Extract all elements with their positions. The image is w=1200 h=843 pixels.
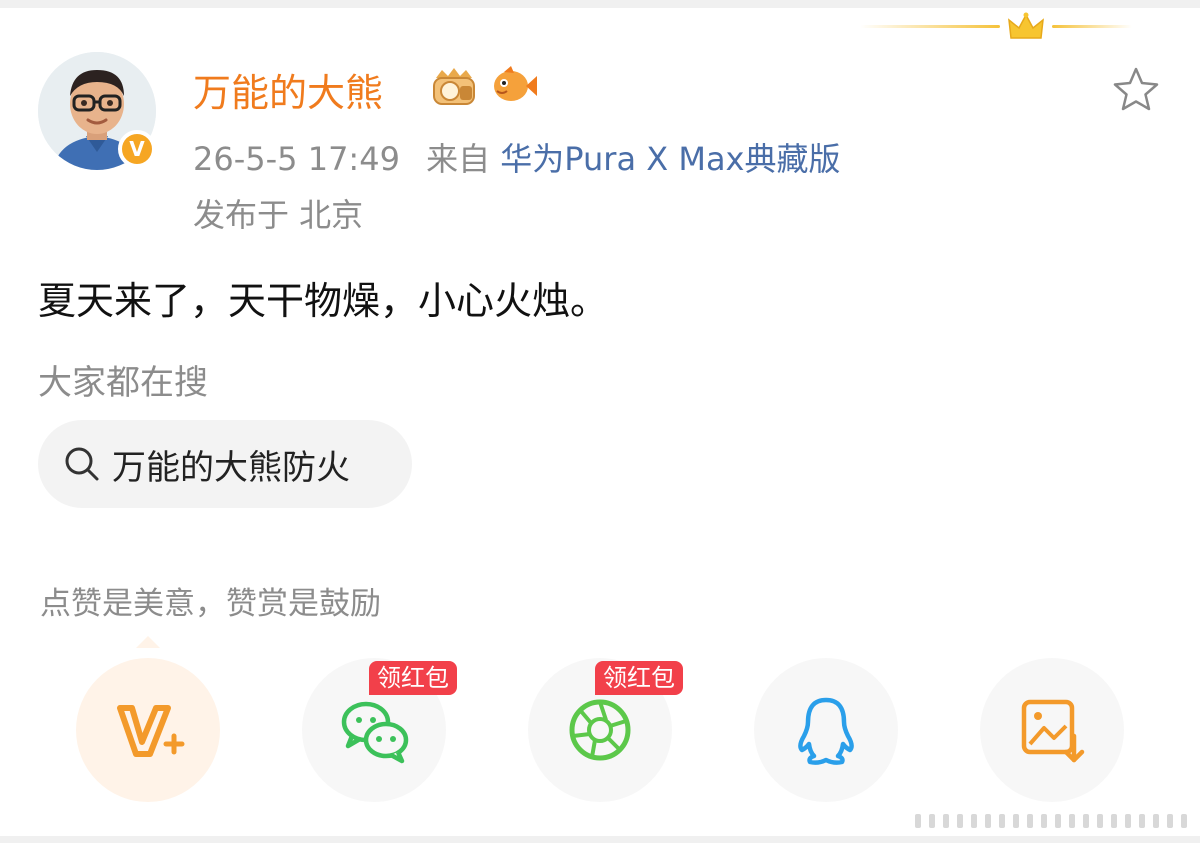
bottom-divider — [0, 836, 1200, 843]
more-share-options-indicator — [915, 814, 1187, 828]
device-source-link[interactable]: 华为Pura X Max典藏版 — [500, 140, 840, 178]
qq-icon — [798, 697, 854, 765]
moments-icon — [569, 699, 631, 761]
v-plus-icon — [117, 705, 185, 757]
crown-decor-line-left — [860, 25, 1000, 28]
verified-badge: V — [118, 130, 156, 168]
red-packet-tag: 领红包 — [369, 661, 457, 695]
red-packet-tag: 领红包 — [595, 661, 683, 695]
search-icon — [65, 447, 99, 481]
crown-decor-line-right — [1052, 25, 1132, 28]
search-heading: 大家都在搜 — [38, 363, 208, 403]
save-image-button[interactable] — [980, 658, 1124, 802]
post-meta: 26-5-5 17:49 来自 华为Pura X Max典藏版 — [193, 134, 841, 180]
crown-icon — [1008, 12, 1044, 39]
tooltip-pointer — [136, 636, 160, 648]
wechat-icon — [341, 701, 409, 764]
top-divider — [0, 0, 1200, 8]
username[interactable]: 万能的大熊 — [193, 62, 383, 117]
from-label: 来自 — [426, 140, 491, 178]
v-plus-button[interactable] — [76, 658, 220, 802]
save-image-icon — [1021, 699, 1085, 763]
search-suggestion-text: 万能的大熊防火 — [112, 447, 350, 488]
post-location: 发布于 北京 — [193, 196, 364, 234]
share-qq-button[interactable] — [754, 658, 898, 802]
search-suggestion-chip[interactable]: 万能的大熊防火 — [38, 420, 412, 508]
post-timestamp: 26-5-5 17:49 — [193, 140, 400, 178]
post-content: 夏天来了，天干物燥，小心火烛。 — [38, 279, 609, 323]
reward-encouragement-text: 点赞是美意，赞赏是鼓励 — [40, 586, 381, 622]
star-favorite-icon[interactable] — [1110, 64, 1162, 116]
level-badge-icon — [433, 68, 475, 105]
fish-badge-icon — [494, 66, 537, 101]
